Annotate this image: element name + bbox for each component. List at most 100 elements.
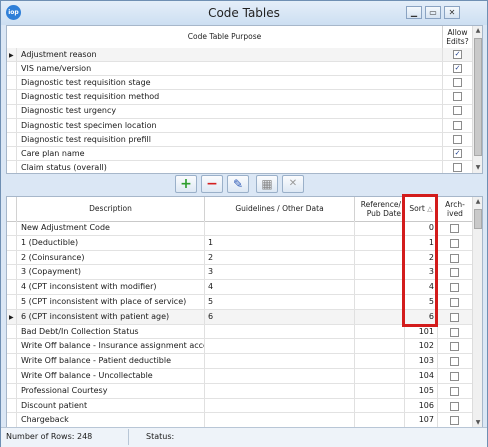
- scroll-down-icon[interactable]: ▼: [474, 164, 482, 172]
- archived-checkbox[interactable]: [450, 372, 459, 381]
- remove-button[interactable]: −: [201, 175, 223, 193]
- archived-cell: [438, 221, 472, 235]
- guidelines-cell: 1: [205, 235, 355, 250]
- scroll-up-icon[interactable]: ▲: [474, 27, 482, 35]
- scroll-thumb[interactable]: [474, 38, 482, 156]
- code-row[interactable]: Professional Courtesy 105: [7, 383, 472, 399]
- scroll-down-icon[interactable]: ▼: [474, 419, 482, 427]
- purpose-row[interactable]: Diagnostic test specimen location: [7, 118, 472, 133]
- purpose-label: Adjustment reason: [17, 48, 443, 62]
- row-selector[interactable]: [7, 398, 17, 413]
- row-selector[interactable]: [7, 324, 17, 339]
- allow-edits-checkbox[interactable]: [453, 92, 462, 102]
- row-selector[interactable]: [7, 339, 17, 354]
- allow-edits-checkbox[interactable]: [453, 78, 462, 88]
- row-selector[interactable]: ▶: [7, 48, 17, 62]
- purpose-scrollbar[interactable]: ▲ ▼: [472, 26, 482, 173]
- row-selector[interactable]: [7, 146, 17, 160]
- archived-checkbox[interactable]: [450, 298, 459, 307]
- archived-checkbox[interactable]: [450, 327, 459, 337]
- row-selector[interactable]: [7, 90, 17, 104]
- allow-edits-checkbox[interactable]: [453, 162, 462, 172]
- purpose-row[interactable]: VIS name/version ✓: [7, 62, 472, 77]
- row-selector[interactable]: ▶: [7, 309, 17, 324]
- row-selector[interactable]: [7, 62, 17, 76]
- row-selector[interactable]: [7, 118, 17, 132]
- row-selector[interactable]: [7, 265, 17, 280]
- code-row[interactable]: Write Off balance - Patient deductible 10…: [7, 354, 472, 369]
- column-header-purpose[interactable]: Code Table Purpose: [7, 26, 443, 48]
- cancel-button[interactable]: ✕: [282, 175, 304, 193]
- purpose-grid-header: Code Table Purpose Allow Edits?: [7, 26, 472, 49]
- row-selector[interactable]: [7, 280, 17, 294]
- row-selector[interactable]: [7, 413, 17, 428]
- guidelines-cell: [205, 221, 355, 235]
- archived-checkbox[interactable]: [450, 386, 459, 396]
- allow-edits-checkbox[interactable]: ✓: [453, 64, 462, 74]
- row-selector[interactable]: [7, 383, 17, 398]
- row-selector[interactable]: [7, 235, 17, 250]
- minimize-button[interactable]: ▁: [406, 6, 422, 19]
- row-selector[interactable]: [7, 250, 17, 265]
- archived-checkbox[interactable]: [450, 253, 459, 263]
- maximize-button[interactable]: ▭: [425, 6, 441, 19]
- code-row[interactable]: Write Off balance - Insurance assignment…: [7, 339, 472, 355]
- edit-button[interactable]: ✎: [227, 175, 249, 193]
- guidelines-cell: [205, 413, 355, 428]
- add-button[interactable]: +: [175, 175, 197, 193]
- code-row[interactable]: Discount patient 106: [7, 398, 472, 414]
- row-selector[interactable]: [7, 76, 17, 90]
- guidelines-cell: [205, 369, 355, 383]
- purpose-row[interactable]: Diagnostic test requisition prefill: [7, 132, 472, 147]
- scroll-thumb[interactable]: [474, 209, 482, 229]
- row-selector[interactable]: [7, 221, 17, 235]
- code-row[interactable]: Write Off balance - Uncollectable 104: [7, 369, 472, 384]
- current-row-icon: ▶: [9, 313, 14, 321]
- row-selector[interactable]: [7, 104, 17, 118]
- archived-checkbox[interactable]: [450, 283, 459, 293]
- title-bar[interactable]: iop Code Tables ▁ ▭ ✕: [1, 1, 487, 25]
- archived-checkbox[interactable]: [450, 416, 459, 426]
- purpose-row[interactable]: Diagnostic test requisition method: [7, 90, 472, 105]
- close-button[interactable]: ✕: [444, 6, 460, 19]
- row-selector[interactable]: [7, 369, 17, 383]
- column-header-guidelines[interactable]: Guidelines / Other Data: [205, 197, 355, 221]
- minus-icon: −: [206, 176, 218, 192]
- archived-cell: [438, 295, 472, 309]
- archived-checkbox[interactable]: [450, 224, 459, 233]
- purpose-row[interactable]: Care plan name ✓: [7, 146, 472, 161]
- guidelines-cell: [205, 339, 355, 354]
- allow-edits-checkbox[interactable]: ✓: [453, 50, 462, 59]
- guidelines-cell: 3: [205, 265, 355, 280]
- allow-edits-checkbox[interactable]: [453, 120, 462, 130]
- archived-checkbox[interactable]: [450, 342, 459, 352]
- archived-checkbox[interactable]: [450, 401, 459, 411]
- codes-scrollbar[interactable]: ▲ ▼: [472, 197, 482, 428]
- column-header-description[interactable]: Description: [17, 197, 205, 221]
- archived-checkbox[interactable]: [450, 312, 459, 322]
- archived-checkbox[interactable]: [450, 357, 459, 367]
- description-cell: Write Off balance - Insurance assignment…: [17, 339, 205, 354]
- allow-edits-checkbox[interactable]: [453, 134, 462, 144]
- row-selector[interactable]: [7, 295, 17, 309]
- column-header-archived[interactable]: Arch- ived: [438, 197, 472, 221]
- purpose-label: Diagnostic test requisition stage: [17, 76, 443, 90]
- grid-icon: ▦: [261, 177, 273, 191]
- archived-checkbox[interactable]: [450, 238, 459, 248]
- archived-cell: [438, 310, 472, 324]
- purpose-row[interactable]: Diagnostic test urgency: [7, 104, 472, 119]
- column-header-allow-edits[interactable]: Allow Edits?: [443, 26, 472, 48]
- allow-edits-checkbox[interactable]: ✓: [453, 148, 462, 158]
- purpose-row[interactable]: Diagnostic test requisition stage: [7, 76, 472, 91]
- code-row[interactable]: Chargeback 107: [7, 413, 472, 428]
- archived-checkbox[interactable]: [450, 268, 459, 278]
- allow-edits-cell: ✓: [443, 62, 472, 75]
- allow-edits-checkbox[interactable]: [453, 106, 462, 116]
- column-header-reference[interactable]: Reference/ Pub Date: [355, 197, 405, 221]
- grid-button[interactable]: ▦: [256, 175, 278, 193]
- description-cell: Write Off balance - Uncollectable: [17, 369, 205, 383]
- row-selector[interactable]: [7, 132, 17, 146]
- purpose-row[interactable]: ▶ Adjustment reason ✓: [7, 48, 472, 63]
- scroll-up-icon[interactable]: ▲: [474, 198, 482, 206]
- row-selector[interactable]: [7, 354, 17, 368]
